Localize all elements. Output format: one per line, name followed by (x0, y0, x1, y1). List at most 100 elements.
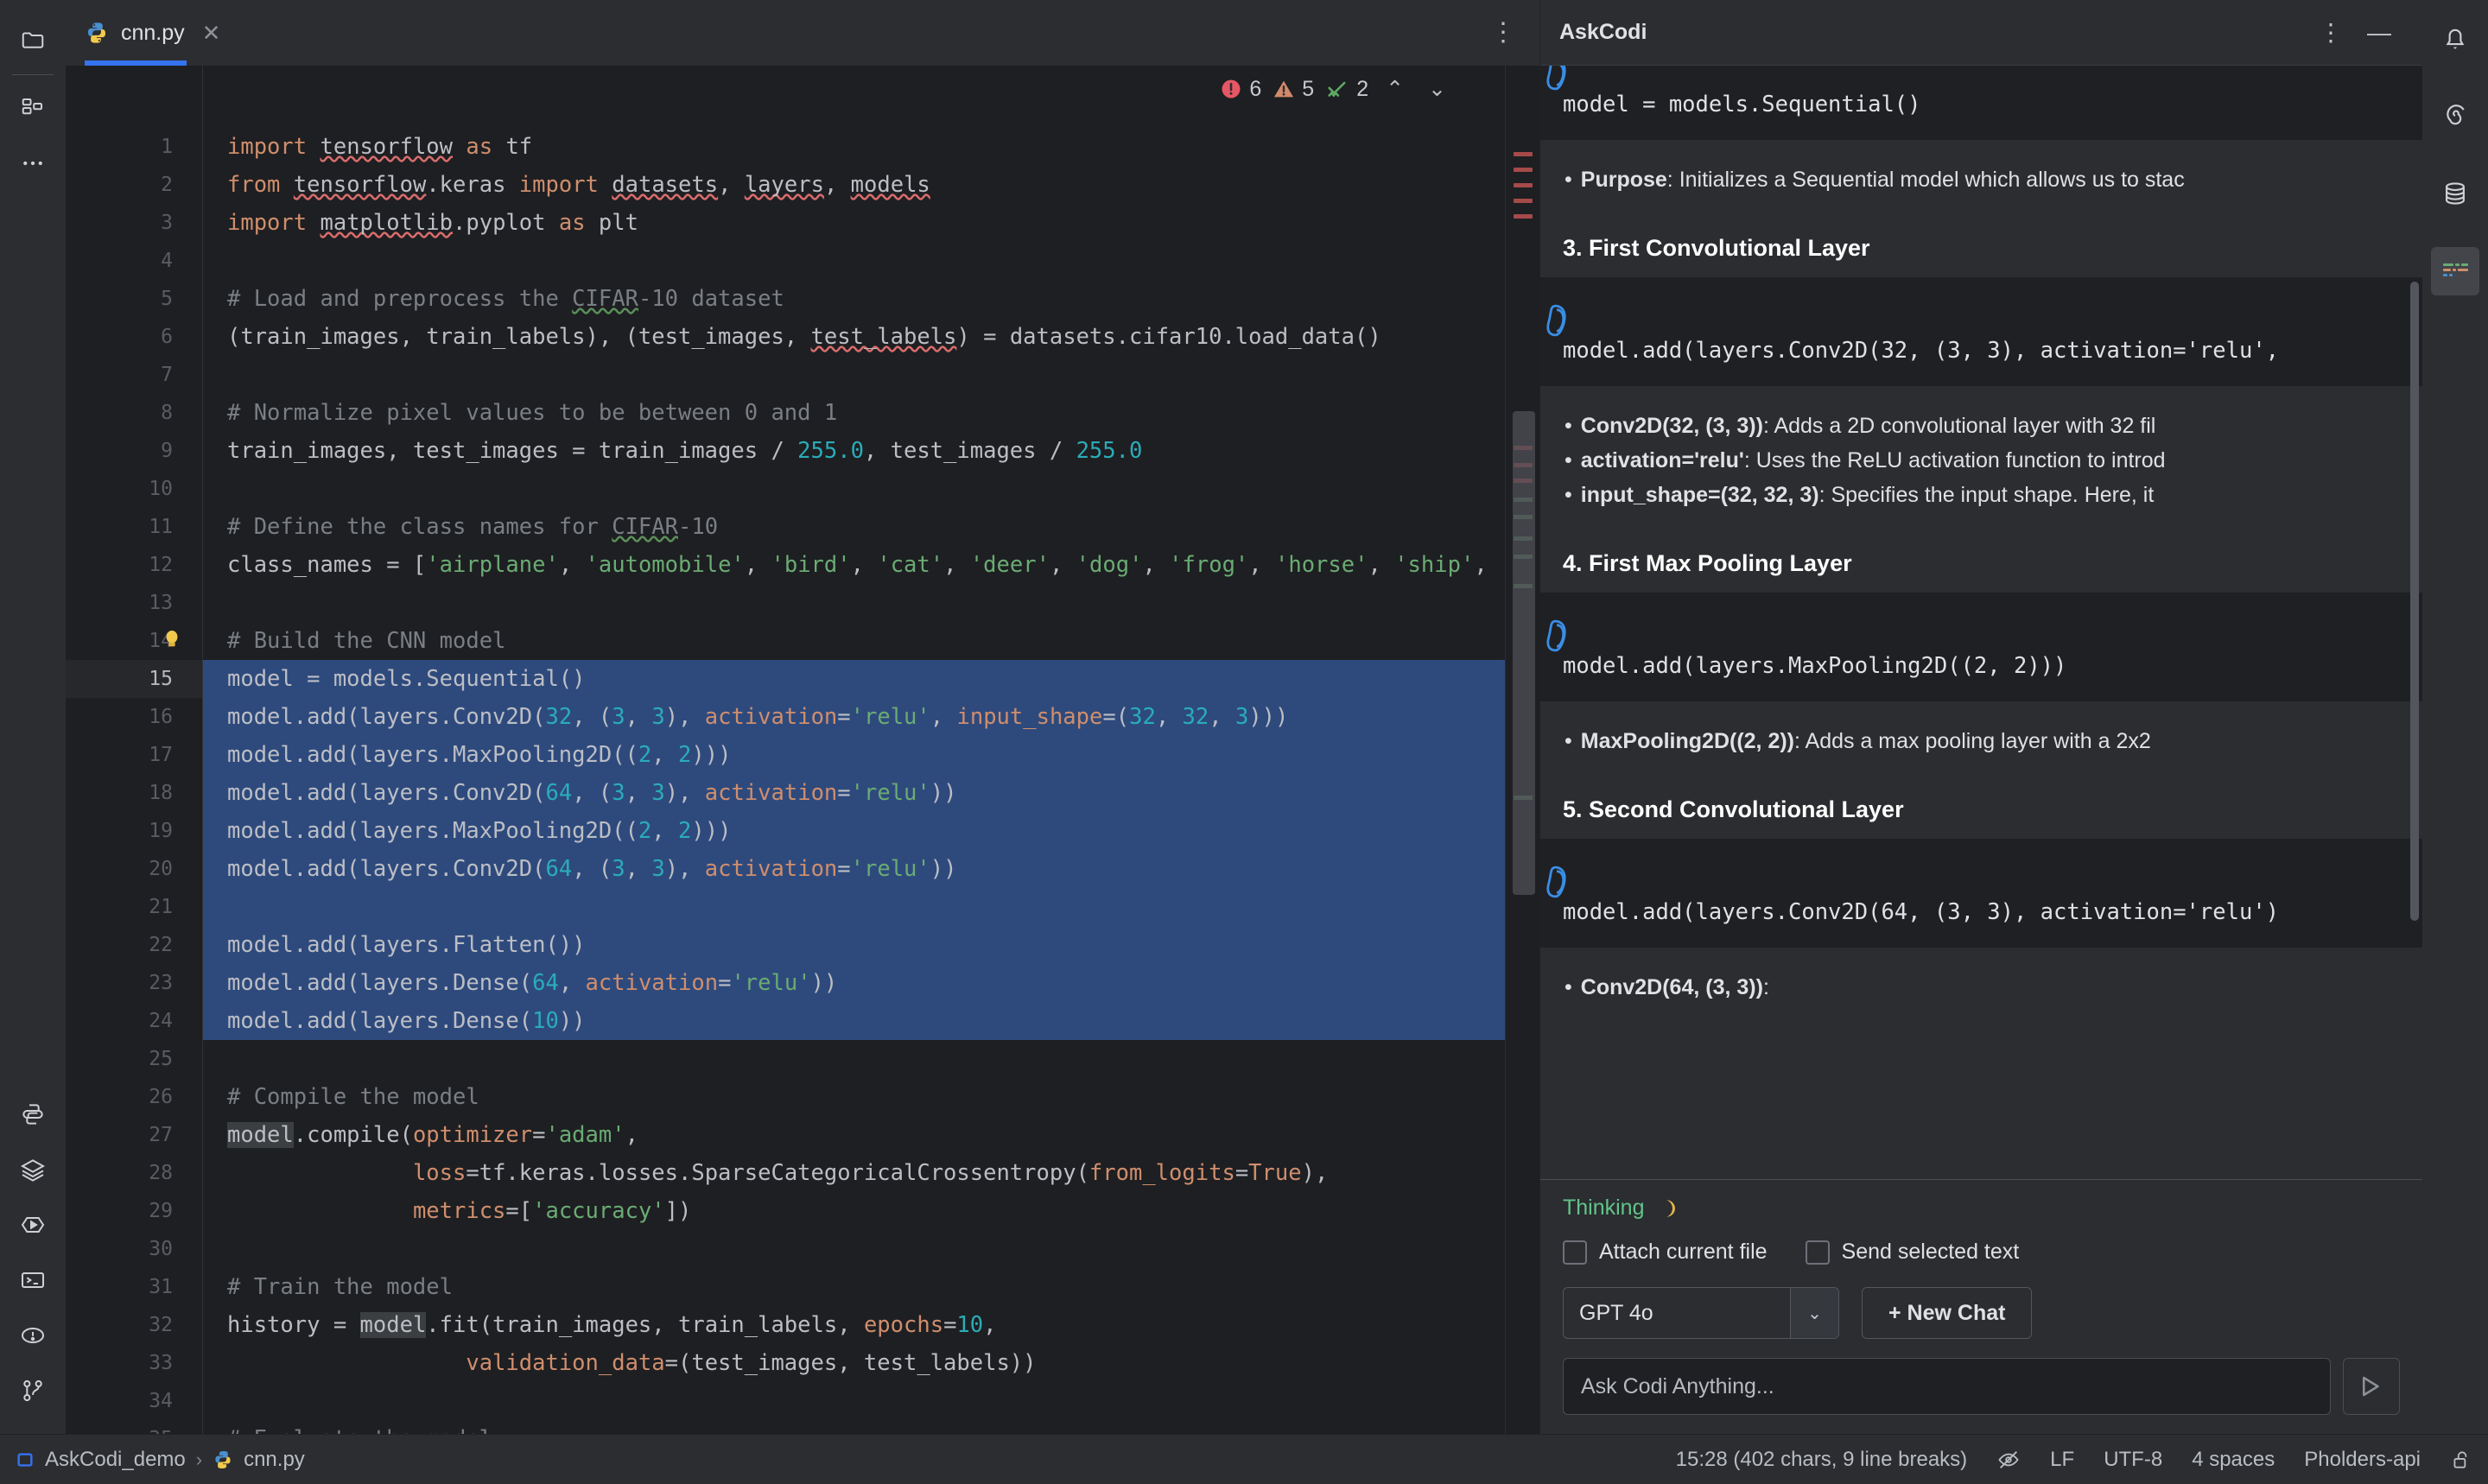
code-line[interactable]: model.add(layers.Conv2D(64, (3, 3), acti… (203, 850, 1539, 888)
line-number[interactable]: 24 (66, 1002, 202, 1040)
code-line[interactable]: loss=tf.keras.losses.SparseCategoricalCr… (203, 1154, 1539, 1192)
line-number[interactable]: 2 (66, 166, 202, 204)
line-number[interactable]: 17 (66, 736, 202, 774)
commit-icon[interactable] (9, 84, 57, 132)
code-line[interactable]: from tensorflow.keras import datasets, l… (203, 166, 1539, 204)
code-line[interactable] (203, 584, 1539, 622)
problems-icon[interactable] (9, 1311, 57, 1360)
breadcrumb-item-file[interactable]: cnn.py (244, 1448, 305, 1472)
line-separator[interactable]: LF (2050, 1448, 2074, 1472)
askcodi-panel-icon[interactable] (2431, 247, 2479, 295)
code-line[interactable]: model.add(layers.Flatten()) (203, 926, 1539, 964)
error-count[interactable]: 6 (1219, 77, 1261, 102)
send-selected-text-checkbox[interactable]: Send selected text (1805, 1240, 2019, 1265)
line-number[interactable]: 28 (66, 1154, 202, 1192)
askcodi-minimize-icon[interactable]: — (2355, 19, 2403, 47)
indent-setting[interactable]: 4 spaces (2192, 1448, 2275, 1472)
code-line[interactable]: (train_images, train_labels), (test_imag… (203, 318, 1539, 356)
code-line[interactable] (203, 1040, 1539, 1078)
code-line[interactable]: model.add(layers.Conv2D(32, (3, 3), acti… (203, 698, 1539, 736)
askcodi-chat-body[interactable]: model = models.Sequential() • Purpose: Ini… (1540, 66, 2422, 1179)
code-line[interactable]: model.add(layers.MaxPooling2D((2, 2))) (203, 736, 1539, 774)
error-stripe-scrollbar[interactable] (1505, 66, 1539, 1434)
ask-codi-input[interactable] (1563, 1358, 2331, 1415)
line-number[interactable]: 34 (66, 1382, 202, 1420)
no-eye-icon[interactable] (1996, 1448, 2021, 1472)
new-chat-button[interactable]: + New Chat (1862, 1287, 2033, 1339)
code-line[interactable]: import matplotlib.pyplot as plt (203, 204, 1539, 242)
code-line[interactable]: model.add(layers.Conv2D(64, (3, 3), acti… (203, 774, 1539, 812)
line-number[interactable]: 4 (66, 242, 202, 280)
more-tool-windows-icon[interactable] (9, 139, 57, 187)
code-line[interactable] (203, 242, 1539, 280)
caret-position-info[interactable]: 15:28 (402 chars, 9 line breaks) (1676, 1448, 1968, 1472)
code-line[interactable]: model = models.Sequential() (203, 660, 1539, 698)
askcodi-more-icon[interactable]: ⋮ (2307, 18, 2355, 47)
line-number[interactable]: 14 (66, 622, 202, 660)
line-number[interactable]: 9 (66, 432, 202, 470)
send-button[interactable] (2343, 1358, 2400, 1415)
send-selected-text-box[interactable] (1805, 1240, 1830, 1265)
askcodi-scroll-thumb[interactable] (2410, 282, 2419, 921)
line-number[interactable]: 1 (66, 128, 202, 166)
line-number[interactable]: 18 (66, 774, 202, 812)
code-line[interactable]: model.compile(optimizer='adam', (203, 1116, 1539, 1154)
line-number[interactable]: 33 (66, 1344, 202, 1382)
model-select[interactable]: GPT 4o ⌄ (1563, 1287, 1839, 1339)
code-line[interactable]: class_names = ['airplane', 'automobile',… (203, 546, 1539, 584)
code-line[interactable]: # Load and preprocess the CIFAR-10 datas… (203, 280, 1539, 318)
file-encoding[interactable]: UTF-8 (2104, 1448, 2162, 1472)
code-line[interactable]: metrics=['accuracy']) (203, 1192, 1539, 1230)
line-number[interactable]: 25 (66, 1040, 202, 1078)
line-number[interactable]: 10 (66, 470, 202, 508)
line-number[interactable]: 12 (66, 546, 202, 584)
python-interpreter[interactable]: Pholders-api (2304, 1448, 2421, 1472)
layers-icon[interactable] (9, 1145, 57, 1194)
weak-warning-count[interactable]: 2 (1324, 77, 1368, 102)
code-editor[interactable]: 1 2 3 4 5 6 7 8 9 10 11 12 13 14 15 16 17 18 19 20 21 22 23 24 2… (66, 66, 1539, 1434)
warning-count[interactable]: 5 (1272, 77, 1314, 102)
code-line[interactable] (203, 1382, 1539, 1420)
code-line[interactable]: # Normalize pixel values to be between 0… (203, 394, 1539, 432)
chevron-down-icon[interactable]: ⌄ (1790, 1288, 1838, 1338)
line-number[interactable]: 31 (66, 1268, 202, 1306)
intention-bulb-icon[interactable] (162, 629, 181, 651)
attach-current-file-box[interactable] (1563, 1240, 1587, 1265)
line-number-gutter[interactable]: 1 2 3 4 5 6 7 8 9 10 11 12 13 14 15 16 17 18 19 20 21 22 23 24 2… (66, 66, 202, 1434)
line-number[interactable]: 22 (66, 926, 202, 964)
editor-more-actions-icon[interactable]: ⋮ (1490, 20, 1517, 46)
database-icon[interactable] (2431, 169, 2479, 218)
version-control-branch-icon[interactable] (9, 1367, 57, 1415)
line-number[interactable]: 15 (66, 660, 202, 698)
line-number[interactable]: 27 (66, 1116, 202, 1154)
line-number[interactable]: 30 (66, 1230, 202, 1268)
line-number[interactable]: 35 (66, 1420, 202, 1434)
code-line[interactable]: # Define the class names for CIFAR-10 (203, 508, 1539, 546)
notifications-bell-icon[interactable] (2431, 14, 2479, 62)
line-number[interactable]: 11 (66, 508, 202, 546)
code-line[interactable]: train_images, test_images = train_images… (203, 432, 1539, 470)
line-number[interactable]: 29 (66, 1192, 202, 1230)
next-problem-icon[interactable]: ⌄ (1421, 76, 1453, 102)
attach-current-file-checkbox[interactable]: Attach current file (1563, 1240, 1768, 1265)
line-number[interactable]: 7 (66, 356, 202, 394)
line-number[interactable]: 20 (66, 850, 202, 888)
editor-tab-cnn-py[interactable]: cnn.py ✕ (66, 0, 239, 66)
previous-problem-icon[interactable]: ⌃ (1379, 76, 1411, 102)
code-line[interactable] (203, 888, 1539, 926)
breadcrumb-item-project[interactable]: AskCodi_demo (45, 1448, 186, 1472)
code-line[interactable] (203, 356, 1539, 394)
code-line[interactable] (203, 470, 1539, 508)
line-number[interactable]: 16 (66, 698, 202, 736)
code-line[interactable]: model.add(layers.Dense(64, activation='r… (203, 964, 1539, 1002)
line-number[interactable]: 6 (66, 318, 202, 356)
code-line[interactable]: model.add(layers.Dense(10)) (203, 1002, 1539, 1040)
python-packages-icon[interactable] (9, 1090, 57, 1138)
run-icon[interactable] (9, 1201, 57, 1249)
terminal-icon[interactable] (9, 1256, 57, 1304)
code-line[interactable]: history = model.fit(train_images, train_… (203, 1306, 1539, 1344)
line-number[interactable]: 21 (66, 888, 202, 926)
code-line[interactable]: # Compile the model (203, 1078, 1539, 1116)
line-number[interactable]: 13 (66, 584, 202, 622)
code-line[interactable]: # Build the CNN model (203, 622, 1539, 660)
